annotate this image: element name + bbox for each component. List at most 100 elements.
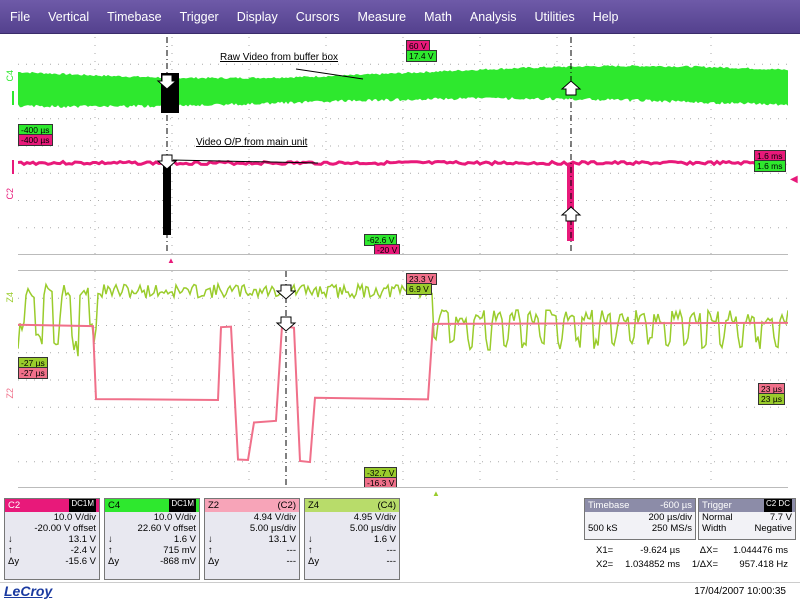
- menu-help[interactable]: Help: [593, 10, 619, 24]
- trigger-level-arrow-icon: ◀: [790, 174, 798, 185]
- tag-z2-bottom: -16.3 V: [364, 477, 398, 487]
- tag-c4-right: 1.6 ms: [754, 160, 786, 172]
- menu-file[interactable]: File: [10, 10, 30, 24]
- descriptor-c2-offset: -20.00 V offset: [34, 523, 96, 534]
- cursor-inverse-value: 957.418 Hz: [739, 559, 788, 570]
- trigger-mode: Normal: [702, 512, 733, 523]
- timebase-descriptor[interactable]: Timebase -600 µs 200 µs/div 500 kS 250 MS/…: [584, 498, 696, 540]
- descriptor-z2-source: (C2): [277, 500, 296, 511]
- descriptor-z4-r3-label: Δy: [308, 556, 320, 567]
- main-waveform-grid[interactable]: Raw Video from buffer box Video O/P from…: [18, 37, 788, 255]
- menu-measure[interactable]: Measure: [357, 10, 406, 24]
- descriptor-c2[interactable]: C2 DC1M 10.0 V/div -20.00 V offset ↓ 13.1 …: [4, 498, 100, 580]
- tag-z2-left: -27 µs: [18, 367, 48, 379]
- label-c4: C4: [5, 70, 15, 82]
- descriptor-c2-r2: -2.4 V: [70, 545, 96, 556]
- cursor-readout: X1= -9.624 µs ΔX= 1.044476 ms X2= 1.0348…: [584, 544, 798, 574]
- timebase-samples: 500 kS: [588, 523, 618, 534]
- menu-trigger[interactable]: Trigger: [180, 10, 219, 24]
- c4-level-marker[interactable]: [12, 91, 14, 105]
- descriptor-z2-r3: ---: [286, 556, 297, 567]
- timebase-rate: 250 MS/s: [651, 523, 692, 534]
- cursor-dx-label: ΔX=: [699, 545, 718, 556]
- trace-z4: [18, 281, 788, 357]
- trigger-position-icon: ▲: [167, 256, 175, 265]
- descriptor-z2-r3-label: Δy: [208, 556, 220, 567]
- descriptor-c4[interactable]: C4 DC1M 10.0 V/div 22.60 V offset ↓ 1.6 V …: [104, 498, 200, 580]
- trigger-type: Width: [702, 523, 727, 534]
- descriptor-c4-offset: 22.60 V offset: [137, 523, 196, 534]
- descriptor-c4-r1-label: ↓: [108, 534, 113, 545]
- timebase-title: Timebase: [588, 500, 630, 511]
- cursor-dx-value: 1.044476 ms: [733, 545, 788, 556]
- descriptor-c2-name: C2: [8, 500, 21, 511]
- note-raw-video: Raw Video from buffer box: [220, 52, 339, 63]
- descriptor-c4-name: C4: [108, 500, 121, 511]
- menu-vertical[interactable]: Vertical: [48, 10, 89, 24]
- menu-cursors[interactable]: Cursors: [296, 10, 340, 24]
- descriptor-c4-vdiv: 10.0 V/div: [153, 512, 196, 523]
- label-c2: C2: [5, 188, 15, 200]
- cursor-x1-label: X1=: [596, 545, 614, 556]
- zoom-cursor-down-icon: [275, 316, 297, 332]
- descriptor-z4[interactable]: Z4 (C4) 4.95 V/div 5.00 µs/div ↓ 1.6 V ↑ --…: [304, 498, 400, 580]
- descriptor-z2-r2: ---: [286, 545, 297, 556]
- descriptor-z4-r2: ---: [386, 545, 397, 556]
- descriptor-c2-r3: -15.6 V: [65, 556, 96, 567]
- descriptor-c4-r2-label: ↑: [108, 545, 113, 556]
- trigger-level: 7.7 V: [769, 512, 792, 523]
- descriptor-c2-r2-label: ↑: [8, 545, 13, 556]
- cursor-x2-value: 1.034852 ms: [625, 559, 680, 570]
- cursor-marker-down-icon: [156, 154, 178, 170]
- trigger-title: Trigger: [702, 500, 732, 511]
- timebase-delay: -600 µs: [660, 500, 692, 511]
- descriptor-c2-vdiv: 10.0 V/div: [53, 512, 96, 523]
- main-waveform-plot: [18, 37, 788, 254]
- tag-z4-top: 6.9 V: [406, 283, 432, 295]
- descriptor-c2-coupling: DC1M: [69, 499, 96, 512]
- descriptor-z4-source: (C4): [377, 500, 396, 511]
- label-z2: Z2: [5, 388, 15, 399]
- lecroy-logo[interactable]: LeCroy: [4, 583, 52, 599]
- cursor-inverse-label: 1/ΔX=: [691, 559, 718, 570]
- descriptor-c4-r2: 715 mV: [163, 545, 196, 556]
- label-z4: Z4: [5, 292, 15, 303]
- descriptor-z2-r1: 13.1 V: [268, 534, 296, 545]
- trigger-descriptor[interactable]: Trigger C2 DC Normal 7.7 V Width Negative: [698, 498, 796, 540]
- zoom-waveform-plot: [18, 271, 788, 487]
- tag-c4-top: 17.4 V: [406, 50, 437, 62]
- trigger-slope: Negative: [754, 523, 793, 534]
- menu-utilities[interactable]: Utilities: [534, 10, 574, 24]
- descriptor-c4-coupling: DC1M: [169, 499, 196, 512]
- descriptor-z4-r2-label: ↑: [308, 545, 313, 556]
- c2-level-marker[interactable]: [12, 160, 14, 174]
- trigger-source: C2 DC: [763, 499, 792, 512]
- descriptor-z4-vdiv: 4.95 V/div: [353, 512, 396, 523]
- descriptor-z2[interactable]: Z2 (C2) 4.94 V/div 5.00 µs/div ↓ 13.1 V ↑ -…: [204, 498, 300, 580]
- descriptor-c2-r1: 13.1 V: [68, 534, 96, 545]
- menu-math[interactable]: Math: [424, 10, 452, 24]
- descriptor-z4-hdiv: 5.00 µs/div: [349, 523, 396, 534]
- descriptor-c4-r1: 1.6 V: [173, 534, 196, 545]
- cursor-x1-value: -9.624 µs: [640, 545, 680, 556]
- cursor-x2-label: X2=: [596, 559, 614, 570]
- descriptor-z2-vdiv: 4.94 V/div: [253, 512, 296, 523]
- tag-z4-right: 23 µs: [758, 393, 785, 405]
- status-datetime: 17/04/2007 10:00:35: [694, 586, 786, 597]
- descriptor-c2-r1-label: ↓: [8, 534, 13, 545]
- zoom-waveform-grid[interactable]: 23.3 V 6.9 V -27 µs -27 µs 23 µs 23 µs -…: [18, 270, 788, 488]
- descriptor-c2-r3-label: Δy: [8, 556, 20, 567]
- descriptor-z2-r1-label: ↓: [208, 534, 213, 545]
- menu-display[interactable]: Display: [237, 10, 278, 24]
- menu-timebase[interactable]: Timebase: [107, 10, 161, 24]
- descriptor-c4-r3-label: Δy: [108, 556, 120, 567]
- descriptor-z4-r1-label: ↓: [308, 534, 313, 545]
- descriptor-z4-r3: ---: [386, 556, 397, 567]
- menu-analysis[interactable]: Analysis: [470, 10, 517, 24]
- descriptor-z2-r2-label: ↑: [208, 545, 213, 556]
- zoom-position-icon: ▲: [432, 489, 440, 498]
- status-bar: LeCroy 17/04/2007 10:00:35: [0, 582, 800, 600]
- descriptor-z2-name: Z2: [208, 500, 220, 511]
- timebase-div: 200 µs/div: [648, 512, 693, 523]
- descriptor-c4-r3: -868 mV: [160, 556, 196, 567]
